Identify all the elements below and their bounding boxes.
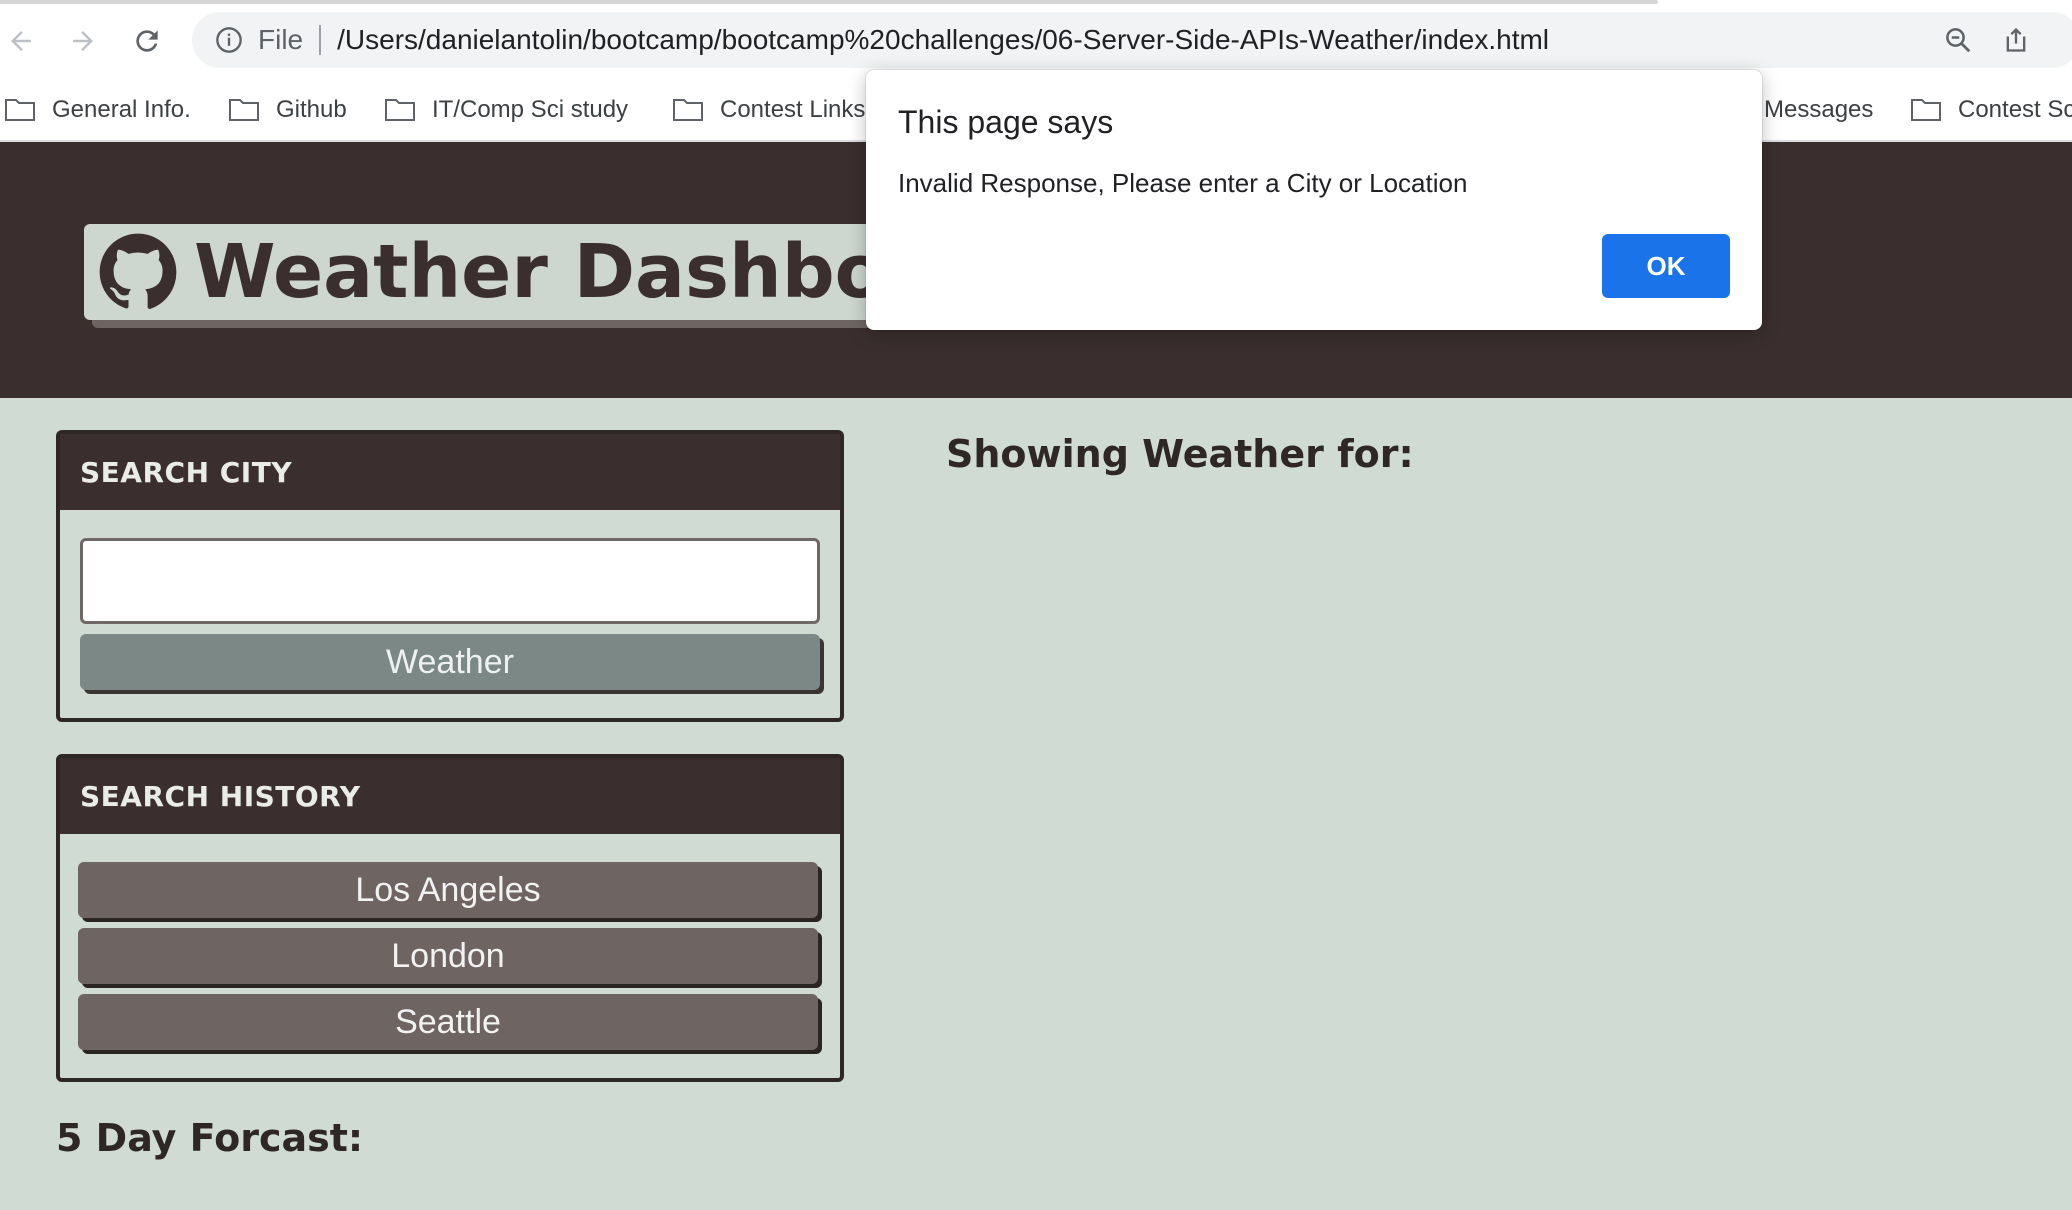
alert-dialog: This page says Invalid Response, Please …	[866, 70, 1762, 330]
bookmark-folder[interactable]: Github	[228, 90, 347, 130]
card-header: SEARCH CITY	[60, 434, 840, 510]
folder-icon	[1911, 99, 1941, 121]
back-button[interactable]	[2, 22, 40, 60]
bookmark-folder[interactable]: Contest Sc	[1910, 90, 2072, 130]
folder-icon	[673, 99, 703, 121]
dialog-message: Invalid Response, Please enter a City or…	[898, 168, 1468, 198]
bookmark-folder[interactable]: General Info.	[4, 90, 191, 130]
history-button-los-angeles[interactable]: Los Angeles	[78, 862, 818, 918]
forward-button[interactable]	[64, 22, 102, 60]
showing-weather-heading: Showing Weather for:	[946, 432, 1414, 476]
bookmark-label: General Info.	[52, 96, 191, 123]
address-url[interactable]: /Users/danielantolin/bootcamp/bootcamp%2…	[337, 24, 1549, 56]
history-button-london[interactable]: London	[78, 928, 818, 984]
bookmark-label: Contest Links	[720, 96, 866, 123]
search-history-heading: SEARCH HISTORY	[80, 779, 361, 813]
zoom-icon[interactable]	[1938, 12, 1978, 68]
share-icon[interactable]	[1996, 12, 2036, 68]
reload-icon	[136, 30, 158, 52]
search-history-card: SEARCH HISTORY Los Angeles London Seattl…	[56, 754, 844, 1082]
address-bar[interactable]: File /Users/danielantolin/bootcamp/bootc…	[192, 12, 2072, 68]
info-icon[interactable]	[214, 25, 244, 55]
bookmark-label: Messages	[1764, 96, 1874, 123]
browser-toolbar: File /Users/danielantolin/bootcamp/bootc…	[0, 0, 2072, 80]
address-scheme: File	[258, 24, 304, 55]
card-header: SEARCH HISTORY	[60, 758, 840, 834]
search-city-heading: SEARCH CITY	[80, 455, 293, 489]
bookmark-label: Contest Sc	[1958, 96, 2072, 123]
history-button-seattle[interactable]: Seattle	[78, 994, 818, 1050]
bookmark-label: Github	[276, 96, 347, 123]
forecast-heading: 5 Day Forcast:	[56, 1116, 364, 1160]
city-search-input[interactable]	[80, 538, 820, 624]
forward-arrow-icon	[73, 31, 93, 51]
back-arrow-icon	[11, 31, 31, 51]
folder-icon	[5, 99, 35, 121]
dialog-title: This page says	[898, 104, 1114, 140]
loading-bar	[0, 0, 1658, 4]
bookmark-item[interactable]: Messages	[1764, 90, 1873, 130]
reload-button[interactable]	[128, 22, 166, 60]
bookmark-folder[interactable]: Contest Links	[672, 90, 865, 130]
search-city-card: SEARCH CITY Weather	[56, 430, 844, 722]
folder-icon	[229, 99, 259, 121]
address-divider	[319, 25, 322, 55]
folder-icon	[385, 99, 415, 121]
weather-search-button[interactable]: Weather	[80, 634, 820, 690]
github-icon	[99, 233, 177, 309]
bookmark-label: IT/Comp Sci study	[432, 96, 629, 123]
bookmark-folder[interactable]: IT/Comp Sci study	[384, 90, 628, 130]
ok-button[interactable]: OK	[1602, 234, 1730, 298]
